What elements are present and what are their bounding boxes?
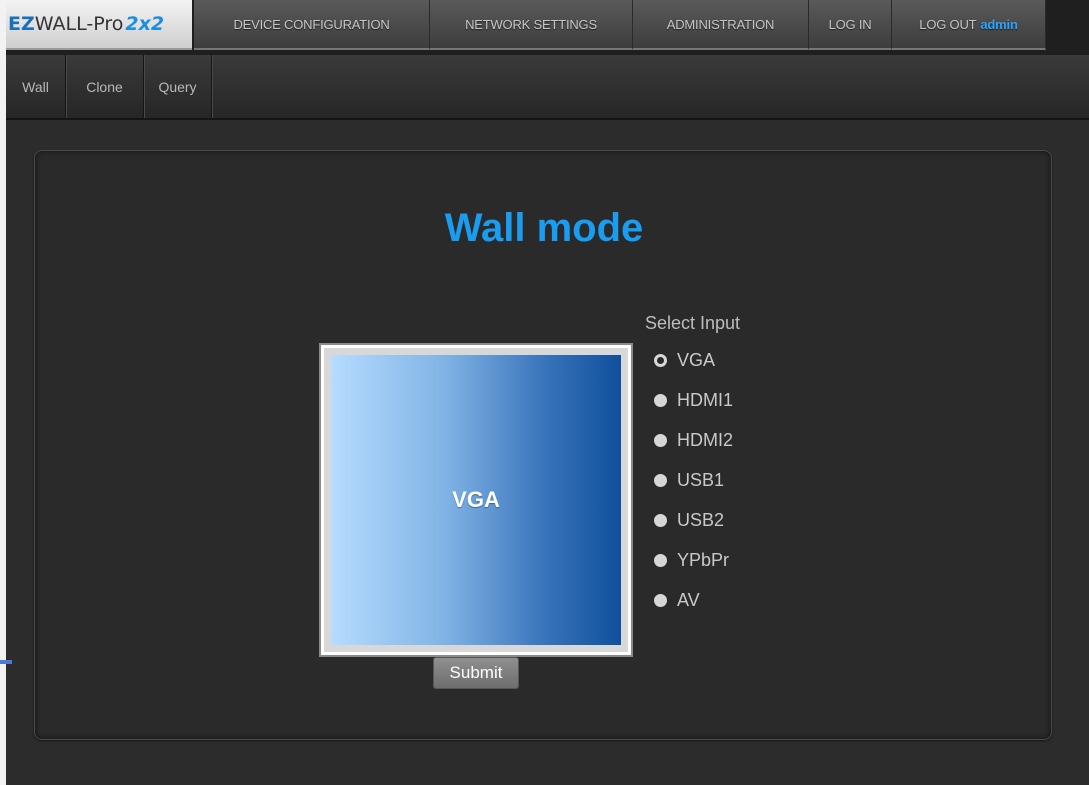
nav-log-out[interactable]: LOG OUT admin — [892, 0, 1046, 50]
radio-label: USB1 — [677, 469, 725, 490]
radio-hdmi2[interactable]: HDMI2 — [654, 420, 845, 460]
radio-button-icon[interactable] — [654, 433, 667, 447]
nav-label: LOG IN — [828, 16, 872, 32]
subnav-label: Query — [158, 78, 197, 95]
left-marker — [0, 660, 12, 664]
radio-button-icon[interactable] — [654, 393, 667, 407]
wall-preview[interactable]: VGA — [321, 345, 631, 655]
radio-button-icon[interactable] — [654, 473, 667, 487]
subnav-label: Clone — [86, 78, 123, 95]
radio-vga[interactable]: VGA — [654, 340, 845, 380]
subnav-label: Wall — [22, 78, 49, 95]
radio-label: HDMI1 — [677, 389, 734, 410]
brand-prefix: EZ — [8, 13, 35, 35]
radio-label: HDMI2 — [677, 429, 734, 450]
subnav-query[interactable]: Query — [144, 55, 212, 118]
brand-model: 2x2 — [125, 13, 165, 35]
nav-label: ADMINISTRATION — [666, 16, 775, 32]
radio-label: AV — [677, 589, 700, 610]
select-input-label: Select Input — [645, 313, 741, 333]
screen-source-label: VGA — [452, 487, 500, 512]
radio-button-icon[interactable] — [654, 553, 667, 567]
radio-button-icon[interactable] — [654, 593, 667, 607]
nav-administration[interactable]: ADMINISTRATION — [633, 0, 809, 50]
brand-name: WALL-Pro — [34, 13, 124, 35]
radio-usb1[interactable]: USB1 — [654, 460, 845, 500]
radio-label: USB2 — [677, 509, 725, 530]
nav-device-configuration[interactable]: DEVICE CONFIGURATION — [194, 0, 430, 50]
radio-button-icon[interactable] — [654, 513, 667, 527]
radio-button-icon[interactable] — [654, 353, 667, 367]
nav-label: DEVICE CONFIGURATION — [233, 16, 390, 32]
page-title: Wall mode — [444, 206, 644, 250]
radio-label: YPbPr — [677, 549, 730, 570]
top-nav-bar: EZ WALL-Pro 2x2 DEVICE CONFIGURATION NETWO… — [6, 0, 1089, 55]
brand-logo[interactable]: EZ WALL-Pro 2x2 — [6, 0, 192, 50]
radio-usb2[interactable]: USB2 — [654, 500, 845, 540]
logged-in-user: admin — [980, 16, 1018, 32]
wall-mode-panel: Wall mode VGA Submit Select Input VGA HD… — [34, 150, 1052, 740]
nav-network-settings[interactable]: NETWORK SETTINGS — [430, 0, 633, 50]
input-selector: Select Input VGA HDMI1 HDMI2 USB1 USB2 Y… — [645, 313, 845, 620]
radio-label: VGA — [677, 349, 716, 370]
nav-log-in[interactable]: LOG IN — [809, 0, 892, 50]
nav-label: LOG OUT — [919, 16, 977, 32]
subnav-clone[interactable]: Clone — [66, 55, 144, 118]
submit-button[interactable]: Submit — [433, 657, 519, 689]
radio-hdmi1[interactable]: HDMI1 — [654, 380, 845, 420]
subnav-wall[interactable]: Wall — [6, 55, 66, 118]
wall-screen[interactable]: VGA — [331, 355, 621, 645]
radio-ypbpr[interactable]: YPbPr — [654, 540, 845, 580]
sub-nav-bar: Wall Clone Query — [6, 55, 1089, 120]
nav-label: NETWORK SETTINGS — [465, 16, 597, 32]
radio-av[interactable]: AV — [654, 580, 845, 620]
